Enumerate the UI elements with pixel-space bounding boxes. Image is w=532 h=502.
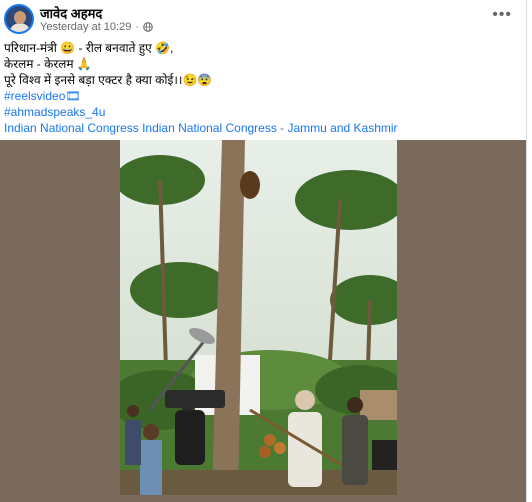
avatar[interactable] — [4, 4, 34, 34]
post-line: परिधान-मंत्री 😀 - रील बनवाते हुए 🤣, — [4, 41, 174, 55]
post-line: केरलम - केरलम 🙏 — [4, 57, 92, 71]
author-name[interactable]: जावेद अहमद — [40, 4, 102, 22]
meta-separator: · — [135, 21, 140, 33]
post-photo[interactable] — [120, 140, 397, 495]
globe-icon — [143, 22, 153, 32]
hashtag-link[interactable]: #ahmadspeaks_4u — [4, 104, 398, 120]
timestamp[interactable]: Yesterday at 10:29 — [40, 21, 131, 33]
mentioned-pages-link[interactable]: Indian National Congress Indian National… — [4, 120, 398, 136]
hashtag-link[interactable]: #reelsvideo🎞 — [4, 88, 398, 104]
post-card: जावेद अहमद Yesterday at 10:29 · ••• परिध… — [0, 0, 527, 502]
photo-illustration — [120, 140, 397, 495]
more-options-icon[interactable]: ••• — [492, 6, 512, 24]
post-meta: Yesterday at 10:29 · — [40, 21, 153, 33]
post-line: पूरे विश्व में इनसे बड़ा एक्टर है क्या क… — [4, 73, 213, 87]
post-text: परिधान-मंत्री 😀 - रील बनवाते हुए 🤣, केरल… — [4, 40, 398, 136]
